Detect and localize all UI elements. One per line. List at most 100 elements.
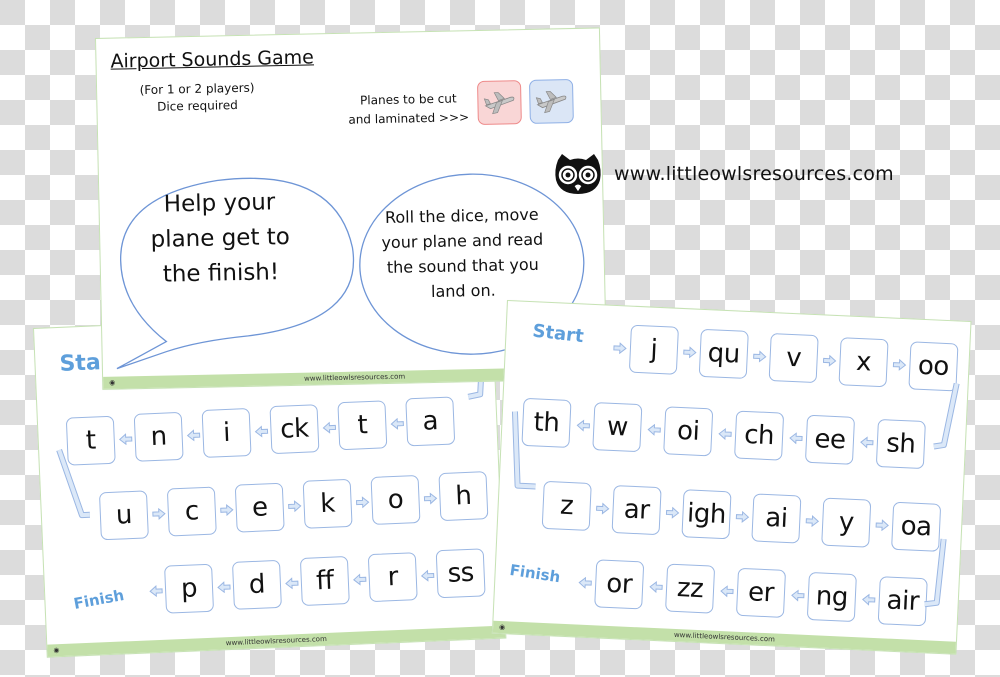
bubble-left-text: Help your plane get to the finish!	[150, 189, 291, 288]
arrow-left-icon	[118, 432, 133, 445]
arrow-left-icon	[217, 580, 231, 593]
dice-note: Dice required	[156, 98, 238, 114]
sound-tile[interactable]: ss	[435, 548, 486, 599]
arrow-right-icon	[220, 503, 234, 516]
sound-tile[interactable]: z	[541, 480, 592, 531]
owl-icon: ◉	[53, 646, 60, 655]
arrow-right-icon	[152, 507, 166, 520]
arrow-left-icon	[647, 423, 662, 436]
right-tile-path: j qu v x oo th w oi ch ee sh z ar igh ai y oa or zz er ng air	[508, 301, 971, 627]
game-subtitle: (For 1 or 2 players) Dice required	[117, 79, 278, 116]
sound-tile[interactable]: zz	[665, 563, 716, 614]
sound-tile[interactable]: ee	[804, 414, 856, 465]
sound-tile[interactable]: o	[370, 474, 421, 525]
arrow-left-icon	[717, 427, 732, 440]
arrow-right-icon	[613, 341, 628, 354]
start-label: Sta	[59, 350, 102, 377]
sound-tile[interactable]: qu	[698, 328, 749, 379]
red-plane-token[interactable]	[476, 80, 522, 126]
sound-tile[interactable]: j	[628, 324, 679, 375]
finish-label: Finish	[508, 560, 562, 587]
footer-bar: ◉ www.littleowlsresources.com	[47, 625, 506, 657]
arrow-left-icon	[390, 417, 404, 430]
sound-tile[interactable]: t	[337, 400, 388, 451]
arrow-left-icon	[322, 421, 337, 434]
arrow-left-icon	[790, 588, 805, 602]
arrow-left-icon	[577, 576, 593, 589]
arrow-right-icon	[355, 495, 370, 509]
sound-tile[interactable]: y	[821, 497, 872, 548]
arrow-left-icon	[576, 419, 591, 432]
arrow-right-icon	[875, 518, 890, 531]
players-note: (For 1 or 2 players)	[139, 80, 255, 98]
arrow-right-icon	[683, 345, 698, 359]
sound-tile[interactable]: k	[302, 478, 353, 529]
arrow-left-icon	[149, 584, 163, 597]
site-logo[interactable]: www.littleowlsresources.com	[552, 152, 894, 196]
game-title: Airport Sounds Game	[110, 46, 315, 73]
arrow-right-icon	[805, 514, 820, 527]
arrow-right-icon	[822, 354, 837, 367]
sound-tile[interactable]: ar	[611, 485, 662, 536]
arrow-left-icon	[861, 593, 876, 606]
sound-tile[interactable]: ch	[734, 410, 785, 461]
sound-tile[interactable]: c	[166, 486, 217, 537]
arrow-right-icon	[735, 510, 750, 523]
planes-note: Planes to be cut and laminated >>>	[343, 89, 474, 130]
arrow-right-icon	[423, 491, 438, 505]
sound-tile[interactable]: sh	[875, 418, 926, 470]
arrow-right-icon	[665, 506, 680, 519]
sound-tile[interactable]: ck	[269, 404, 320, 455]
path-connector-arrow	[56, 449, 90, 519]
sound-tile[interactable]: air	[877, 576, 928, 627]
arrow-left-icon	[788, 431, 803, 444]
owl-icon	[555, 154, 601, 194]
arrow-left-icon	[859, 435, 874, 449]
site-url[interactable]: www.littleowlsresources.com	[614, 163, 894, 185]
arrow-right-icon	[752, 349, 767, 363]
sound-tile[interactable]: er	[735, 567, 787, 618]
finish-label: Finish	[72, 586, 126, 613]
airplane-icon	[483, 92, 515, 115]
sound-tile[interactable]: w	[592, 402, 643, 453]
owl-icon: ◉	[498, 622, 506, 632]
sound-tile[interactable]: or	[594, 559, 645, 610]
sound-tile[interactable]: e	[234, 482, 285, 533]
airplane-icon	[535, 91, 567, 114]
sound-tile[interactable]: igh	[681, 489, 732, 540]
sound-tile[interactable]: p	[164, 563, 215, 614]
sound-tile[interactable]: ff	[299, 556, 350, 606]
path-connector-arrow	[933, 382, 960, 450]
arrow-left-icon	[254, 424, 269, 438]
arrow-left-icon	[719, 584, 734, 597]
arrow-right-icon	[892, 358, 907, 371]
owl-icon: ◉	[109, 378, 116, 387]
arrow-right-icon	[595, 501, 610, 515]
sound-tile[interactable]: x	[838, 337, 889, 388]
sound-tile[interactable]: v	[768, 332, 819, 384]
arrow-left-icon	[420, 569, 435, 582]
sound-tile[interactable]: a	[405, 396, 456, 447]
sound-tile[interactable]: u	[98, 490, 149, 541]
footer-url[interactable]: www.littleowlsresources.com	[226, 635, 327, 647]
path-connector-arrow	[924, 538, 947, 608]
start-label: Start	[531, 320, 585, 348]
sound-tile[interactable]: i	[201, 408, 252, 458]
footer-url[interactable]: www.littleowlsresources.com	[304, 373, 405, 383]
sound-tile[interactable]: ai	[751, 493, 802, 544]
sound-tile[interactable]: n	[133, 411, 184, 462]
sound-tile[interactable]: ng	[806, 571, 857, 623]
sound-tile[interactable]: h	[438, 471, 489, 522]
sound-tile[interactable]: r	[367, 552, 418, 603]
arrow-left-icon	[186, 428, 201, 442]
path-connector-arrow	[511, 411, 536, 490]
footer-url[interactable]: www.littleowlsresources.com	[674, 631, 775, 644]
arrow-left-icon	[353, 572, 367, 586]
arrow-right-icon	[287, 499, 302, 512]
footer-bar: ◉ www.littleowlsresources.com	[492, 620, 956, 654]
blue-plane-token[interactable]	[528, 78, 574, 124]
sound-tile[interactable]: d	[231, 559, 282, 610]
arrow-left-icon	[285, 576, 299, 590]
arrow-left-icon	[648, 580, 663, 593]
sound-tile[interactable]: oi	[663, 406, 714, 457]
